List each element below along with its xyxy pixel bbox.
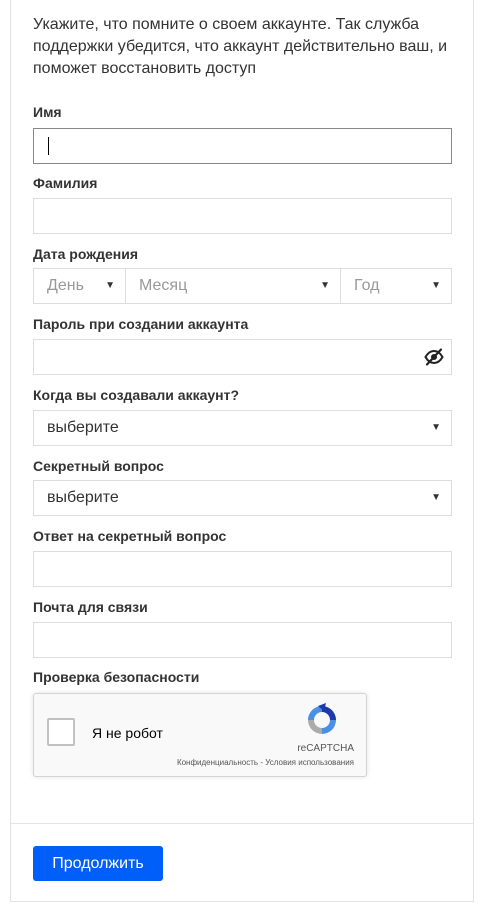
- chevron-down-icon: ▼: [105, 280, 115, 291]
- recaptcha-widget: Я не робот reCAPTCHA Конфиденциальность …: [33, 693, 367, 777]
- terms-link[interactable]: Условия использования: [265, 758, 354, 767]
- footer-divider: [11, 823, 473, 824]
- contact-email-input[interactable]: [33, 622, 452, 658]
- secret-question-value: выберите: [47, 489, 119, 506]
- recaptcha-logo-icon: [308, 703, 336, 734]
- created-when-select[interactable]: выберите ▼: [33, 410, 452, 446]
- created-when-label: Когда вы создавали аккаунт?: [33, 387, 240, 403]
- birth-day-select[interactable]: День ▼: [34, 269, 126, 303]
- contact-email-label: Почта для связи: [33, 599, 148, 615]
- chevron-down-icon: ▼: [431, 280, 441, 291]
- text-caret: [48, 137, 49, 155]
- privacy-link[interactable]: Конфиденциальность: [177, 758, 258, 767]
- security-check-label: Проверка безопасности: [33, 669, 200, 685]
- continue-button[interactable]: Продолжить: [33, 846, 163, 881]
- secret-question-select[interactable]: выберите ▼: [33, 480, 452, 516]
- recaptcha-brand: reCAPTCHA: [297, 743, 354, 754]
- first-name-input[interactable]: [33, 128, 452, 164]
- birth-month-select[interactable]: Месяц ▼: [126, 269, 341, 303]
- last-name-input[interactable]: [33, 198, 452, 234]
- recaptcha-links: Конфиденциальность - Условия использован…: [177, 758, 354, 767]
- intro-text: Укажите, что помните о своем аккаунте. Т…: [33, 16, 448, 77]
- chevron-down-icon: ▼: [431, 492, 441, 503]
- captcha-checkbox[interactable]: [47, 718, 75, 746]
- birth-date-label: Дата рождения: [33, 246, 139, 262]
- created-when-value: выберите: [47, 419, 119, 436]
- last-name-label: Фамилия: [33, 175, 98, 191]
- secret-question-label: Секретный вопрос: [33, 458, 164, 474]
- password-input[interactable]: [33, 339, 452, 375]
- first-name-label: Имя: [33, 104, 62, 120]
- eye-slash-icon[interactable]: [424, 347, 444, 367]
- secret-answer-input[interactable]: [33, 551, 452, 587]
- birth-day-placeholder: День: [47, 277, 84, 294]
- password-label: Пароль при создании аккаунта: [33, 316, 249, 332]
- birth-year-select[interactable]: Год ▼: [341, 269, 451, 303]
- captcha-label: Я не робот: [92, 725, 163, 741]
- birth-year-placeholder: Год: [354, 277, 380, 294]
- birth-month-placeholder: Месяц: [139, 277, 188, 294]
- chevron-down-icon: ▼: [320, 280, 330, 291]
- birth-date-group: День ▼ Месяц ▼ Год ▼: [33, 268, 452, 304]
- secret-answer-label: Ответ на секретный вопрос: [33, 528, 227, 544]
- chevron-down-icon: ▼: [431, 422, 441, 433]
